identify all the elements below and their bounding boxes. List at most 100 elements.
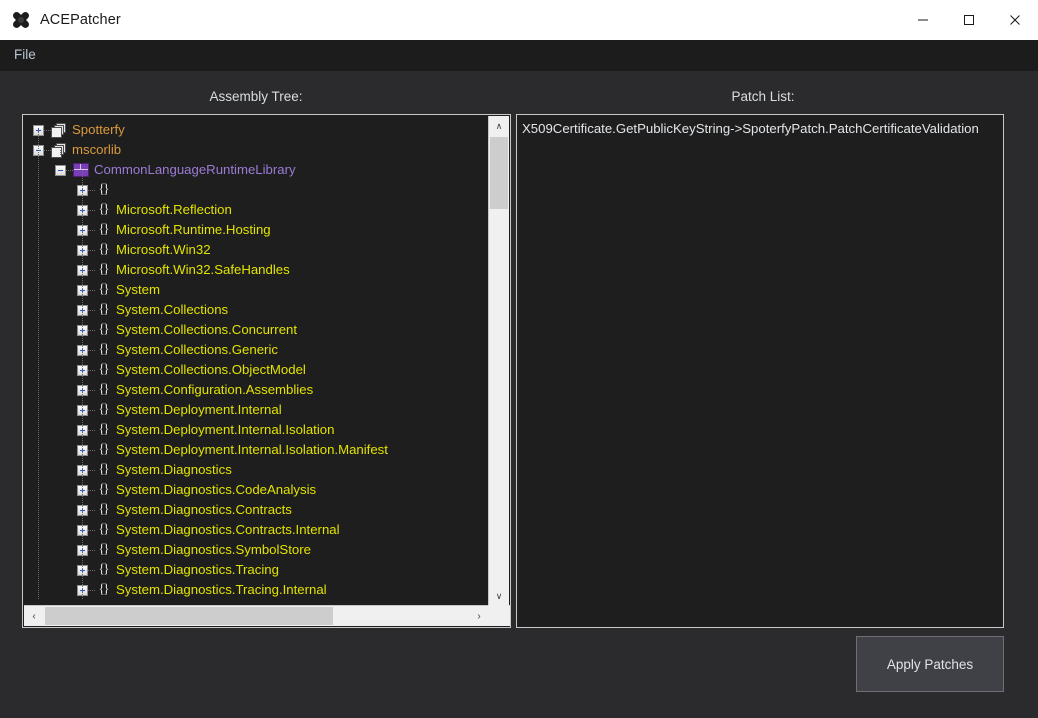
tree-node[interactable]: {} System.Diagnostics.Contracts.Internal [23,520,489,540]
tree-node[interactable]: {} System [23,280,489,300]
bandage-cross-icon [10,9,32,31]
namespace-icon: {} [98,182,109,197]
tree-node[interactable]: mscorlib [23,140,489,160]
tree-node[interactable]: {} System.Diagnostics.Tracing.Internal [23,580,489,600]
tree-node[interactable]: {} Microsoft.Win32.SafeHandles [23,260,489,280]
tree-horizontal-scrollbar[interactable]: ‹ › [24,605,510,626]
scroll-left-arrow-icon[interactable]: ‹ [24,606,44,626]
window-controls [900,0,1038,40]
apply-patches-button[interactable]: Apply Patches [856,636,1004,692]
tree-node-label: System.Collections [116,302,229,318]
tree-node[interactable]: {} [23,180,489,200]
assembly-tree-label: Assembly Tree: [209,89,303,104]
tree-node[interactable]: CommonLanguageRuntimeLibrary [23,160,489,180]
tree-node[interactable]: {} System.Deployment.Internal.Isolation.M… [23,440,489,460]
module-icon [73,163,89,177]
scroll-up-arrow-icon[interactable]: ∧ [489,116,509,136]
tree-connector-line [44,149,51,151]
tree-node-label: System.Diagnostics [116,462,232,478]
menu-item-file[interactable]: File [3,44,47,67]
assembly-tree-nodes: Spotterfy mscorlib CommonLanguageRuntimeLi… [23,115,489,605]
namespace-icon: {} [98,562,109,577]
tree-vertical-scroll-thumb[interactable] [490,137,508,209]
assembly-tree-view[interactable]: Spotterfy mscorlib CommonLanguageRuntimeLi… [22,114,511,628]
tree-node[interactable]: {} System.Collections.Generic [23,340,489,360]
patch-list-box[interactable]: X509Certificate.GetPublicKeyString->Spot… [516,114,1004,628]
tree-connector-line [88,569,95,571]
tree-node-label: System.Diagnostics.Tracing.Internal [116,582,327,598]
tree-node[interactable]: {} System.Collections.Concurrent [23,320,489,340]
tree-collapse-icon[interactable] [55,164,66,176]
namespace-icon: {} [98,282,109,297]
tree-node[interactable]: {} System.Diagnostics.Contracts [23,500,489,520]
tree-node[interactable]: {} System.Diagnostics.SymbolStore [23,540,489,560]
tree-node-label: CommonLanguageRuntimeLibrary [94,162,296,178]
maximize-button[interactable] [946,0,992,40]
namespace-icon: {} [98,462,109,477]
tree-connector-line [88,509,95,511]
tree-connector-line [88,289,95,291]
assembly-icon [51,142,67,158]
tree-node[interactable]: {} System.Diagnostics.Tracing [23,560,489,580]
tree-node[interactable]: {} Microsoft.Reflection [23,200,489,220]
tree-node-label: Spotterfy [72,122,125,138]
tree-connector-line [88,529,95,531]
menu-bar: File [0,40,1038,71]
tree-connector-line [88,229,95,231]
tree-node-label: System.Diagnostics.Contracts.Internal [116,522,340,538]
namespace-icon: {} [98,362,109,377]
tree-node[interactable]: {} System.Deployment.Internal [23,400,489,420]
tree-connector-line [88,409,95,411]
scroll-right-arrow-icon[interactable]: › [469,606,489,626]
patch-list-item[interactable]: X509Certificate.GetPublicKeyString->Spot… [517,119,1003,138]
namespace-icon: {} [98,342,109,357]
tree-connector-line [88,209,95,211]
tree-node[interactable]: {} System.Deployment.Internal.Isolation [23,420,489,440]
tree-node-label: System.Diagnostics.CodeAnalysis [116,482,317,498]
tree-node-label: System.Collections.ObjectModel [116,362,306,378]
tree-connector-line [88,329,95,331]
tree-connector-line [88,549,95,551]
client-area: Assembly Tree: Patch List: Spotterfy msco… [0,71,1038,718]
tree-node-label: Microsoft.Reflection [116,202,232,218]
namespace-icon: {} [98,402,109,417]
tree-connector-line [88,489,95,491]
tree-node-label: System.Diagnostics.Contracts [116,502,292,518]
namespace-icon: {} [98,582,109,597]
tree-node[interactable]: {} System.Diagnostics.CodeAnalysis [23,480,489,500]
tree-node-label: mscorlib [72,142,122,158]
tree-node-label: Microsoft.Runtime.Hosting [116,222,271,238]
namespace-icon: {} [98,222,109,237]
scrollbar-corner [488,605,509,626]
tree-node[interactable]: {} System.Configuration.Assemblies [23,380,489,400]
namespace-icon: {} [98,522,109,537]
assembly-icon [51,122,67,138]
tree-connector-line [88,349,95,351]
tree-connector-line [88,469,95,471]
tree-node-label: System.Collections.Concurrent [116,322,298,338]
namespace-icon: {} [98,322,109,337]
tree-connector-line [88,309,95,311]
tree-connector-line [88,389,95,391]
tree-node-label: System.Deployment.Internal [116,402,282,418]
tree-node-label: System.Deployment.Internal.Isolation.Man… [116,442,388,458]
tree-connector-line [66,169,73,171]
namespace-icon: {} [98,422,109,437]
tree-node-label: System.Deployment.Internal.Isolation [116,422,335,438]
tree-node[interactable]: {} Microsoft.Win32 [23,240,489,260]
tree-node[interactable]: {} System.Collections [23,300,489,320]
tree-horizontal-scroll-thumb[interactable] [45,607,333,625]
close-button[interactable] [992,0,1038,40]
minimize-button[interactable] [900,0,946,40]
tree-node[interactable]: {} System.Collections.ObjectModel [23,360,489,380]
tree-vertical-scrollbar[interactable]: ∧ ∨ [488,116,509,606]
scroll-down-arrow-icon[interactable]: ∨ [489,586,509,606]
patch-list-label: Patch List: [731,89,795,104]
tree-connector-line [88,249,95,251]
tree-node[interactable]: {} System.Diagnostics [23,460,489,480]
tree-node[interactable]: {} Microsoft.Runtime.Hosting [23,220,489,240]
namespace-icon: {} [98,302,109,317]
namespace-icon: {} [98,502,109,517]
namespace-icon: {} [98,242,109,257]
tree-node[interactable]: Spotterfy [23,120,489,140]
